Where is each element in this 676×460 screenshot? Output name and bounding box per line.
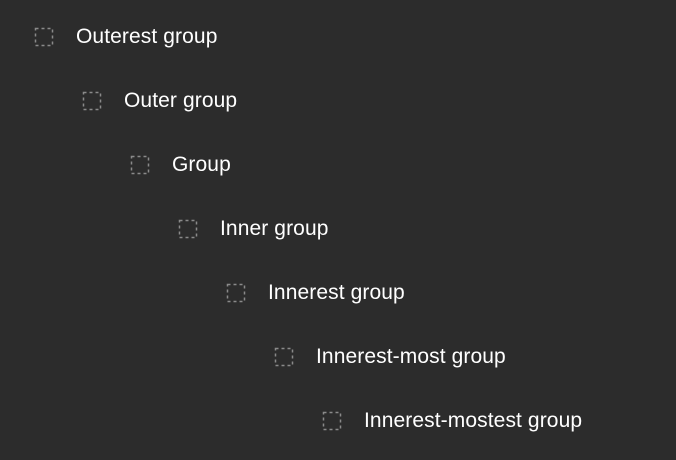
group-icon (33, 26, 55, 48)
layer-row-group[interactable]: Group (0, 133, 231, 197)
layer-label: Innerest group (268, 281, 405, 304)
layer-label: Innerest-mostest group (364, 409, 583, 432)
group-icon (273, 346, 295, 368)
group-icon (177, 218, 199, 240)
layer-label: Inner group (220, 217, 329, 240)
layer-row-innerest-mostest-group[interactable]: Innerest-mostest group (0, 389, 582, 453)
layer-label: Outer group (124, 89, 238, 112)
layer-row-outerest-group[interactable]: Outerest group (0, 5, 217, 69)
layer-row-innerest-most-group[interactable]: Innerest-most group (0, 325, 506, 389)
layer-label: Outerest group (76, 25, 218, 48)
group-icon (81, 90, 103, 112)
layers-panel: Outerest group Outer group Group Inner g… (0, 0, 676, 460)
group-icon (321, 410, 343, 432)
layer-row-inner-group[interactable]: Inner group (0, 197, 329, 261)
layer-row-outer-group[interactable]: Outer group (0, 69, 237, 133)
layer-label: Innerest-most group (316, 345, 506, 368)
group-icon (225, 282, 247, 304)
layer-row-innerest-group[interactable]: Innerest group (0, 261, 405, 325)
layer-label: Group (172, 153, 231, 176)
group-icon (129, 154, 151, 176)
